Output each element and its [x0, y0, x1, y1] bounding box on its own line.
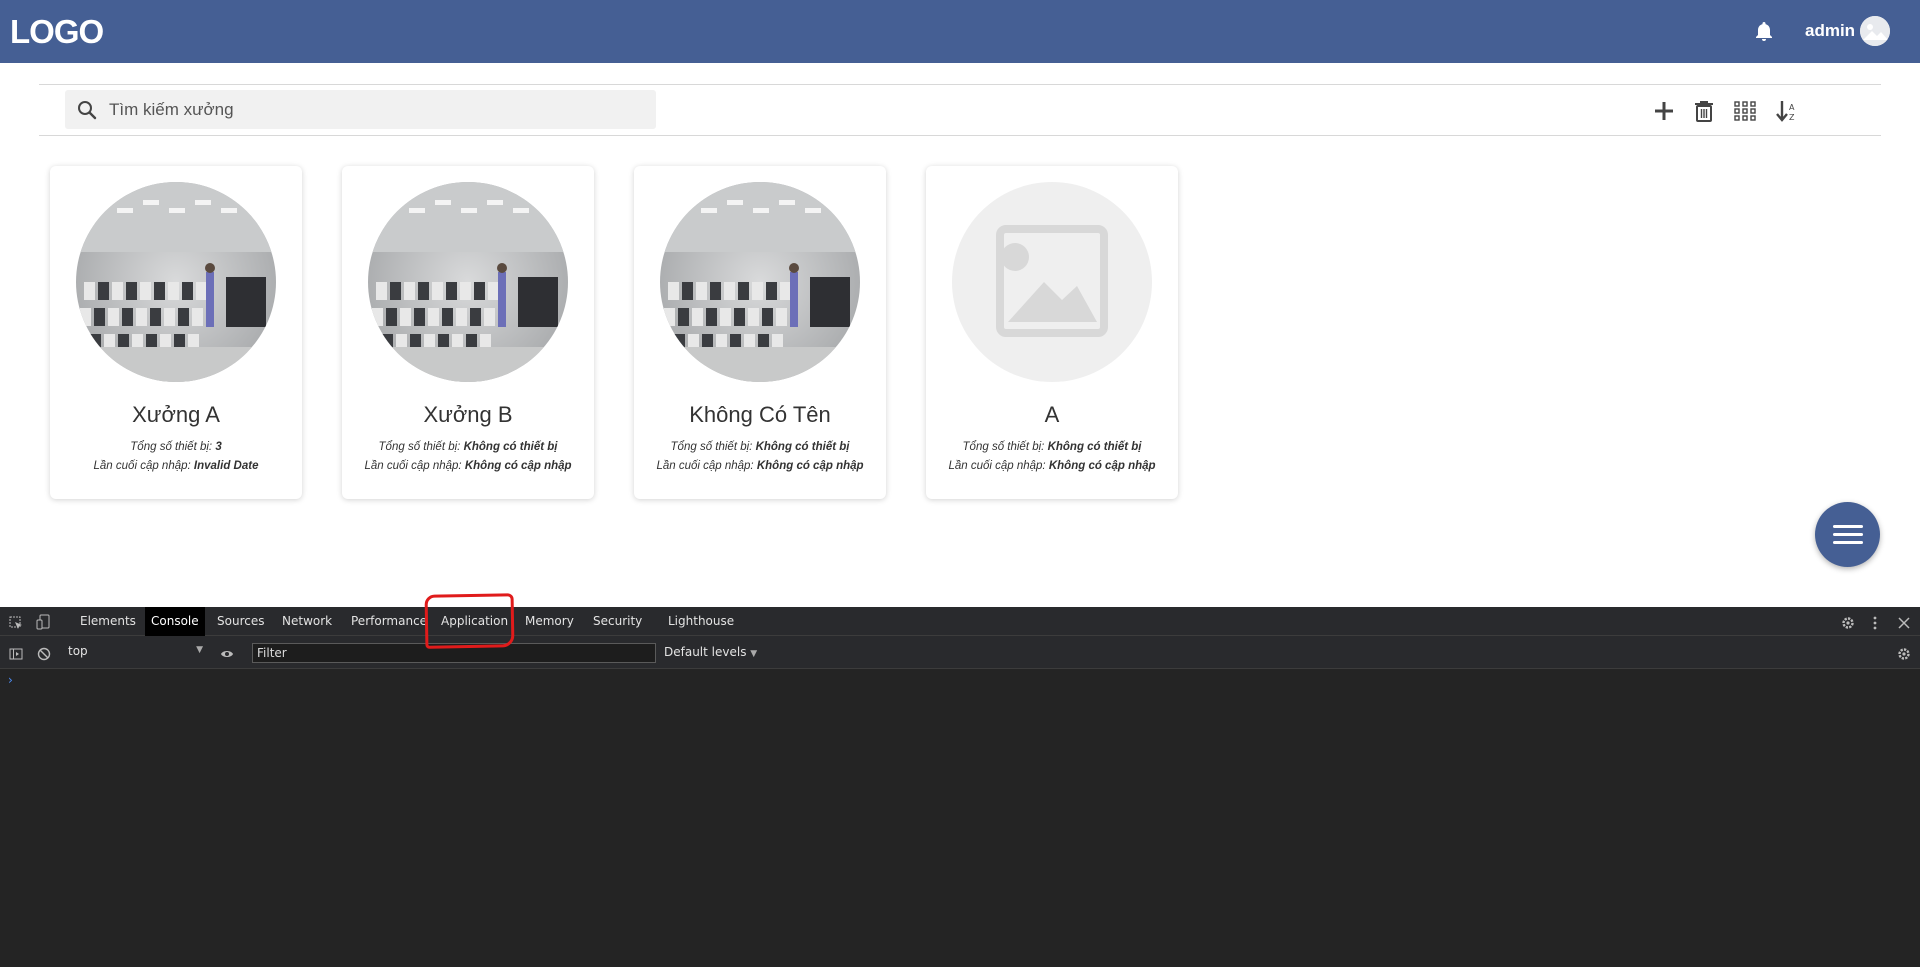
- bell-icon[interactable]: [1753, 20, 1775, 44]
- toolbar: AZ: [39, 84, 1881, 136]
- last-updated-value: Không có cập nhập: [756, 460, 864, 472]
- device-toolbar-icon[interactable]: [36, 614, 50, 630]
- device-count-value: Không có thiết bị: [755, 441, 850, 453]
- workshop-image: [368, 182, 568, 382]
- image-placeholder-icon: [952, 182, 1152, 382]
- tab-application[interactable]: Application: [435, 607, 514, 636]
- inspect-element-icon[interactable]: [9, 615, 23, 629]
- workshop-name: A: [1044, 402, 1060, 427]
- search-input[interactable]: [109, 90, 649, 129]
- last-updated: Lần cuối cập nhập: Không có cập nhập: [926, 460, 1178, 472]
- last-updated-value: Invalid Date: [193, 460, 259, 472]
- last-updated-label: Lần cuối cập nhập:: [656, 460, 754, 472]
- device-count: Tổng số thiết bị: Không có thiết bị: [926, 441, 1178, 453]
- device-count-label: Tổng số thiết bị:: [962, 441, 1045, 453]
- more-options-icon[interactable]: [1868, 615, 1882, 630]
- workshop-card[interactable]: A Tổng số thiết bị: Không có thiết bị Lần …: [926, 166, 1178, 499]
- sort-az-icon[interactable]: AZ: [1774, 99, 1798, 123]
- workshop-name: Xưởng B: [423, 402, 513, 427]
- tab-performance[interactable]: Performance: [345, 607, 433, 636]
- device-count: Tổng số thiết bị: Không có thiết bị: [634, 441, 886, 453]
- tab-network[interactable]: Network: [276, 607, 338, 636]
- context-selector[interactable]: top ▼: [68, 644, 203, 662]
- search-icon: [77, 100, 97, 120]
- console-settings-gear-icon[interactable]: [1897, 646, 1911, 660]
- device-count-label: Tổng số thiết bị:: [670, 441, 753, 453]
- workshop-image: [660, 182, 860, 382]
- log-levels-label: Default levels: [664, 645, 747, 659]
- tab-console[interactable]: Console: [145, 607, 205, 636]
- grid-view-icon[interactable]: [1733, 99, 1757, 123]
- last-updated: Lần cuối cập nhập: Không có cập nhập: [634, 460, 886, 472]
- eye-icon[interactable]: [220, 646, 234, 660]
- device-count-value: Không có thiết bị: [463, 441, 558, 453]
- settings-gear-icon[interactable]: [1841, 615, 1855, 629]
- devtools-tabbar: Elements Console Sources Network Performance…: [0, 607, 1920, 636]
- username[interactable]: admin: [1805, 21, 1855, 41]
- device-count-value: 3: [215, 441, 222, 453]
- dropdown-arrow-icon: ▼: [750, 649, 758, 659]
- console-prompt-icon[interactable]: ›: [8, 673, 13, 687]
- workshop-card[interactable]: Không Có Tên Tổng số thiết bị: Không có t…: [634, 166, 886, 499]
- add-icon[interactable]: [1652, 99, 1676, 123]
- console-filterbar: top ▼ Default levels ▼: [0, 636, 1920, 669]
- workshop-name: Xưởng A: [132, 402, 220, 427]
- tab-lighthouse[interactable]: Lighthouse: [662, 607, 740, 636]
- avatar[interactable]: [1860, 16, 1890, 46]
- tab-memory[interactable]: Memory: [519, 607, 580, 636]
- menu-button[interactable]: [1815, 502, 1880, 567]
- dropdown-arrow-icon: ▼: [196, 645, 203, 655]
- sidebar-toggle-icon[interactable]: [9, 646, 23, 660]
- tab-sources[interactable]: Sources: [211, 607, 270, 636]
- last-updated: Lần cuối cập nhập: Không có cập nhập: [342, 460, 594, 472]
- devtools-panel: Elements Console Sources Network Performance…: [0, 607, 1920, 967]
- clear-console-icon[interactable]: [37, 646, 51, 661]
- logo[interactable]: LOGO: [10, 13, 104, 51]
- filter-input[interactable]: [252, 643, 656, 663]
- last-updated-value: Không có cập nhập: [1048, 460, 1156, 472]
- workshop-card[interactable]: Xưởng B Tổng số thiết bị: Không có thiết …: [342, 166, 594, 499]
- app-header: LOGO admin: [0, 0, 1920, 63]
- trash-icon[interactable]: [1692, 99, 1716, 123]
- svg-text:A: A: [1789, 103, 1795, 112]
- tab-elements[interactable]: Elements: [74, 607, 142, 636]
- workshop-name: Không Có Tên: [689, 402, 831, 427]
- close-icon[interactable]: [1897, 615, 1911, 629]
- device-count-label: Tổng số thiết bị:: [130, 441, 213, 453]
- device-count: Tổng số thiết bị: 3: [50, 441, 302, 453]
- last-updated-label: Lần cuối cập nhập:: [364, 460, 462, 472]
- svg-text:Z: Z: [1789, 113, 1795, 122]
- console-output[interactable]: [0, 669, 1920, 967]
- last-updated-value: Không có cập nhập: [464, 460, 572, 472]
- device-count-label: Tổng số thiết bị:: [378, 441, 461, 453]
- device-count-value: Không có thiết bị: [1047, 441, 1142, 453]
- log-levels-dropdown[interactable]: Default levels ▼: [664, 645, 757, 659]
- workshop-image: [76, 182, 276, 382]
- search-box[interactable]: [65, 90, 656, 129]
- last-updated: Lần cuối cập nhập: Invalid Date: [50, 460, 302, 472]
- device-count: Tổng số thiết bị: Không có thiết bị: [342, 441, 594, 453]
- tab-security[interactable]: Security: [587, 607, 648, 636]
- last-updated-label: Lần cuối cập nhập:: [948, 460, 1046, 472]
- workshop-card[interactable]: Xưởng A Tổng số thiết bị: 3 Lần cuối cập n…: [50, 166, 302, 499]
- context-value: top: [68, 644, 88, 658]
- last-updated-label: Lần cuối cập nhập:: [93, 460, 191, 472]
